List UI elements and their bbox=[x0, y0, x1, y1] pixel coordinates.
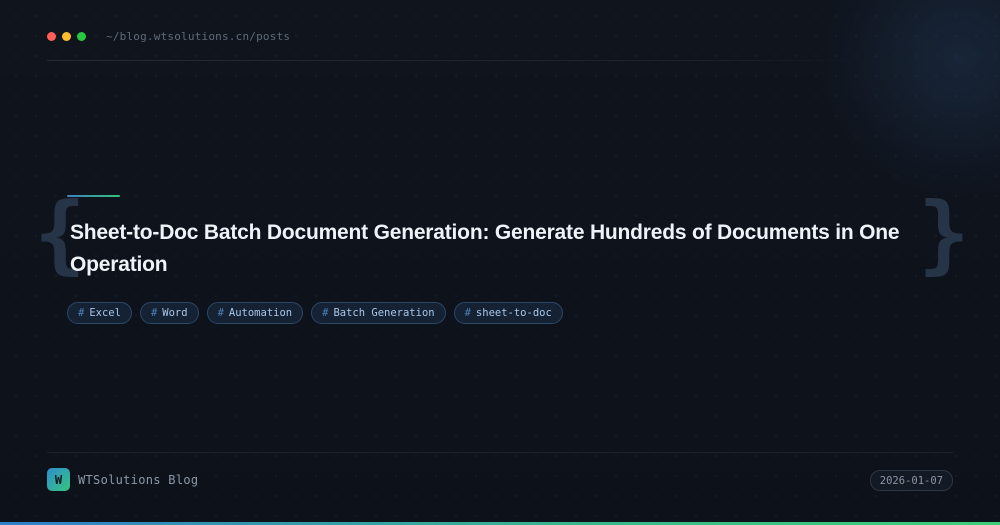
hash-icon: # bbox=[78, 307, 85, 319]
brand[interactable]: W WTSolutions Blog bbox=[47, 468, 198, 491]
bottom-divider bbox=[47, 452, 953, 453]
tag-label: Word bbox=[162, 307, 188, 319]
tag-label: Excel bbox=[89, 307, 121, 319]
tag-label: Automation bbox=[228, 307, 293, 319]
top-divider bbox=[47, 60, 867, 61]
tag-label: sheet-to-doc bbox=[475, 307, 552, 319]
url-path: ~/blog.wtsolutions.cn/posts bbox=[106, 29, 291, 43]
minimize-dot-icon[interactable] bbox=[62, 31, 71, 41]
date-badge: 2026-01-07 bbox=[869, 470, 953, 491]
post-title: Sheet-to-Doc Batch Document Generation: … bbox=[70, 221, 900, 276]
hash-icon: # bbox=[217, 307, 224, 319]
brand-name: WTSolutions Blog bbox=[78, 472, 199, 487]
hash-icon: # bbox=[150, 307, 158, 319]
brand-logo-icon: W bbox=[47, 468, 70, 491]
hash-icon: # bbox=[322, 307, 329, 319]
tag-sheet-to-doc[interactable]: # sheet-to-doc bbox=[453, 302, 563, 324]
tag-excel[interactable]: # Excel bbox=[67, 302, 132, 324]
title-accent-line bbox=[67, 195, 120, 197]
tag-list: # Excel # Word # Automation # Batch Gene… bbox=[67, 302, 563, 324]
tag-word[interactable]: # Word bbox=[139, 302, 199, 324]
tag-label: Batch Generation bbox=[333, 307, 435, 319]
window-titlebar: ~/blog.wtsolutions.cn/posts bbox=[47, 28, 290, 44]
right-brace-icon: } bbox=[918, 184, 970, 284]
close-dot-icon[interactable] bbox=[47, 31, 56, 41]
maximize-dot-icon[interactable] bbox=[77, 31, 86, 41]
tag-automation[interactable]: # Automation bbox=[206, 302, 304, 324]
tag-batch-generation[interactable]: # Batch Generation bbox=[311, 302, 446, 324]
hash-icon: # bbox=[464, 307, 471, 319]
